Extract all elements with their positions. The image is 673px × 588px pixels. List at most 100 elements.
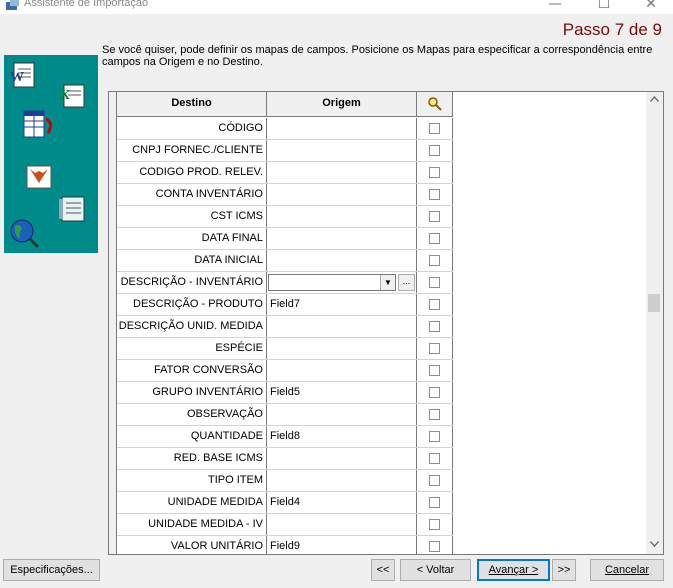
- instructions-text: Se você quiser, pode definir os mapas de…: [102, 44, 653, 68]
- maximize-icon[interactable]: ☐: [589, 0, 619, 12]
- origem-cell[interactable]: Field4: [267, 492, 417, 513]
- origem-cell[interactable]: [267, 514, 417, 535]
- table-row[interactable]: OBSERVAÇÃO: [117, 404, 453, 426]
- window-title: Assistente de Importação: [24, 0, 149, 9]
- row-checkbox[interactable]: [429, 189, 440, 200]
- back-button[interactable]: < Voltar: [400, 559, 471, 581]
- table-row[interactable]: TIPO ITEM: [117, 470, 453, 492]
- origem-cell[interactable]: [267, 448, 417, 469]
- row-checkbox[interactable]: [429, 365, 440, 376]
- row-checkbox[interactable]: [429, 343, 440, 354]
- destino-cell: CST ICMS: [117, 206, 267, 227]
- destino-cell: DESCRIÇÃO UNID. MEDIDA: [117, 316, 267, 337]
- table-row[interactable]: RED. BASE ICMS: [117, 448, 453, 470]
- header-destino[interactable]: Destino: [117, 92, 267, 117]
- table-row[interactable]: DATA FINAL: [117, 228, 453, 250]
- origem-cell[interactable]: [267, 162, 417, 183]
- minimize-icon[interactable]: —: [540, 0, 570, 12]
- row-checkbox[interactable]: [429, 431, 440, 442]
- row-checkbox[interactable]: [429, 321, 440, 332]
- ellipsis-button[interactable]: ...: [398, 274, 415, 291]
- checkbox-cell: [417, 470, 453, 491]
- destino-cell: DESCRIÇÃO - INVENTÁRIO: [117, 272, 267, 293]
- row-checkbox[interactable]: [429, 519, 440, 530]
- row-checkbox[interactable]: [429, 497, 440, 508]
- dropdown-arrow-icon[interactable]: ▼: [380, 275, 395, 290]
- table-row[interactable]: VALOR UNITÁRIO Field9: [117, 536, 453, 554]
- next-button[interactable]: Avançar >: [477, 559, 550, 581]
- origem-combobox[interactable]: ▼: [268, 274, 396, 291]
- destino-cell: GRUPO INVENTÁRIO: [117, 382, 267, 403]
- checkbox-cell: [417, 382, 453, 403]
- origem-cell[interactable]: [267, 140, 417, 161]
- header-origem[interactable]: Origem: [267, 92, 417, 117]
- origem-cell[interactable]: Field5: [267, 382, 417, 403]
- row-checkbox[interactable]: [429, 541, 440, 552]
- origem-cell[interactable]: [267, 118, 417, 139]
- checkbox-cell: [417, 118, 453, 139]
- origem-cell[interactable]: [267, 184, 417, 205]
- table-row[interactable]: DESCRIÇÃO - PRODUTO Field7: [117, 294, 453, 316]
- table-row[interactable]: UNIDADE MEDIDA - IV: [117, 514, 453, 536]
- row-checkbox[interactable]: [429, 299, 440, 310]
- origem-cell[interactable]: [267, 250, 417, 271]
- checkbox-cell: [417, 184, 453, 205]
- origem-cell[interactable]: [267, 404, 417, 425]
- svg-text:X: X: [60, 88, 70, 103]
- table-row[interactable]: CONTA INVENTÁRIO: [117, 184, 453, 206]
- row-checkbox[interactable]: [429, 255, 440, 266]
- close-icon[interactable]: ✕: [636, 0, 666, 12]
- table-row[interactable]: ESPÉCIE: [117, 338, 453, 360]
- table-row[interactable]: QUANTIDADE Field8: [117, 426, 453, 448]
- wizard-side-panel: W X: [4, 55, 98, 253]
- table-row[interactable]: CST ICMS: [117, 206, 453, 228]
- magnifier-icon: [427, 97, 442, 111]
- origem-cell[interactable]: Field8: [267, 426, 417, 447]
- step-indicator: Passo 7 de 9: [562, 20, 662, 39]
- row-checkbox[interactable]: [429, 123, 440, 134]
- origem-cell[interactable]: Field9: [267, 536, 417, 554]
- table-row[interactable]: DESCRIÇÃO - INVENTÁRIO ▼...: [117, 272, 453, 294]
- origem-cell[interactable]: [267, 206, 417, 227]
- table-row[interactable]: GRUPO INVENTÁRIO Field5: [117, 382, 453, 404]
- excel-document-icon: X: [60, 84, 85, 108]
- origem-cell[interactable]: ▼...: [267, 272, 417, 293]
- origem-cell[interactable]: [267, 360, 417, 381]
- scrollbar-thumb[interactable]: [648, 293, 660, 312]
- table-row[interactable]: CÓDIGO: [117, 118, 453, 140]
- row-checkbox[interactable]: [429, 145, 440, 156]
- table-row[interactable]: CNPJ FORNEC./CLIENTE: [117, 140, 453, 162]
- cancel-button[interactable]: Cancelar: [590, 559, 664, 581]
- row-checkbox[interactable]: [429, 453, 440, 464]
- title-bar: Assistente de Importação — ☐ ✕: [0, 0, 673, 14]
- row-checkbox[interactable]: [429, 277, 440, 288]
- scroll-up-icon[interactable]: [646, 92, 663, 109]
- row-checkbox[interactable]: [429, 211, 440, 222]
- table-row[interactable]: DATA INICIAL: [117, 250, 453, 272]
- origem-cell[interactable]: Field7: [267, 294, 417, 315]
- vertical-scrollbar[interactable]: [646, 92, 663, 554]
- table-row[interactable]: FATOR CONVERSÃO: [117, 360, 453, 382]
- table-row[interactable]: DESCRIÇÃO UNID. MEDIDA: [117, 316, 453, 338]
- first-step-button[interactable]: <<: [371, 559, 395, 581]
- checkbox-cell: [417, 228, 453, 249]
- checkbox-cell: [417, 448, 453, 469]
- row-checkbox[interactable]: [429, 387, 440, 398]
- row-checkbox[interactable]: [429, 233, 440, 244]
- table-row[interactable]: CODIGO PROD. RELEV.: [117, 162, 453, 184]
- table-row[interactable]: UNIDADE MEDIDA Field4: [117, 492, 453, 514]
- destino-cell: RED. BASE ICMS: [117, 448, 267, 469]
- checkbox-cell: [417, 404, 453, 425]
- origem-cell[interactable]: [267, 338, 417, 359]
- specifications-button[interactable]: Especificações...: [3, 559, 100, 581]
- origem-cell[interactable]: [267, 470, 417, 491]
- row-checkbox[interactable]: [429, 475, 440, 486]
- scroll-down-icon[interactable]: [646, 537, 663, 554]
- last-step-button[interactable]: >>: [552, 559, 576, 581]
- checkbox-cell: [417, 206, 453, 227]
- row-checkbox[interactable]: [429, 167, 440, 178]
- row-checkbox[interactable]: [429, 409, 440, 420]
- origem-cell[interactable]: [267, 316, 417, 337]
- header-search[interactable]: [417, 92, 453, 117]
- origem-cell[interactable]: [267, 228, 417, 249]
